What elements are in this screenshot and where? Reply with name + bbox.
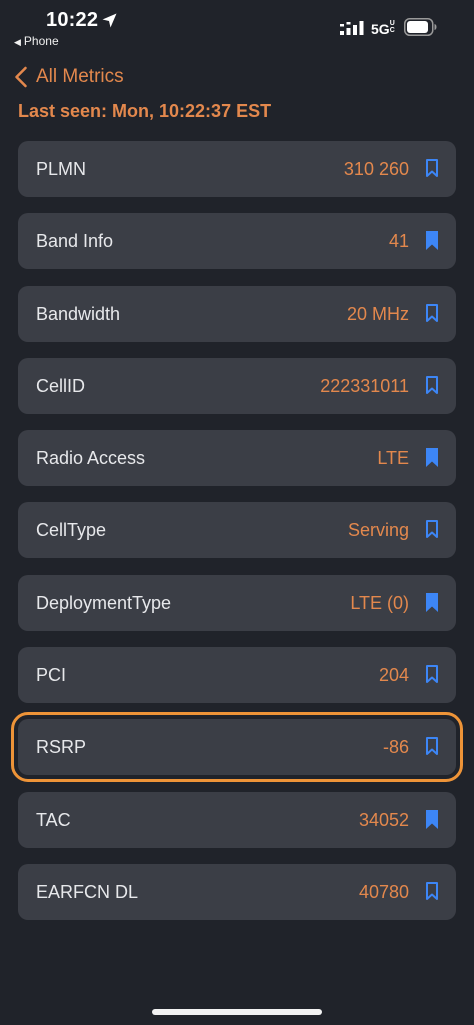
back-triangle-icon: ◀ [14, 37, 21, 47]
metric-value: 222331011 [320, 375, 409, 396]
metric-label: TAC [36, 809, 71, 830]
metric-row-earfcn-dl[interactable]: EARFCN DL 40780 [18, 863, 456, 920]
back-label: All Metrics [36, 66, 124, 87]
metric-row-pci[interactable]: PCI 204 [18, 647, 456, 704]
metric-row-deploymenttype[interactable]: DeploymentType LTE (0) [18, 574, 456, 631]
metric-value: 20 MHz [346, 303, 409, 324]
metric-value: 40780 [358, 881, 409, 902]
bookmark-filled-icon[interactable] [425, 809, 439, 830]
status-bar: 10:22 ◀ Phone 5GUC [0, 0, 474, 56]
metric-row-radio-access[interactable]: Radio Access LTE [18, 430, 456, 487]
back-app-label: Phone [23, 34, 59, 48]
status-time: 10:22 [46, 9, 99, 31]
metric-row-cellid[interactable]: CellID 222331011 [18, 357, 456, 414]
bookmark-outline-icon[interactable] [425, 519, 439, 540]
home-indicator[interactable] [152, 1009, 322, 1015]
metric-value: LTE [377, 448, 409, 469]
last-seen-text: Last seen: Mon, 10:22:37 EST [18, 101, 272, 121]
metric-label: PCI [36, 665, 67, 686]
metric-row-rsrp[interactable]: RSRP -86 [11, 712, 463, 783]
metric-label: PLMN [36, 159, 87, 179]
battery-icon [404, 18, 437, 36]
location-arrow-icon [102, 13, 117, 28]
cellular-signal-icon [340, 21, 364, 35]
metric-row-bandwidth[interactable]: Bandwidth 20 MHz [18, 285, 456, 342]
metric-value: 41 [388, 231, 409, 252]
metric-label: Radio Access [36, 448, 146, 469]
metric-value: 204 [378, 665, 409, 686]
back-to-all-metrics-button[interactable]: All Metrics [14, 61, 124, 93]
bookmark-outline-icon[interactable] [425, 736, 439, 757]
metric-row-plmn[interactable]: PLMN 310 260 [18, 141, 456, 197]
metric-value: 310 260 [343, 159, 409, 179]
metric-value: 34052 [358, 809, 409, 830]
network-type-badge: 5GUC [371, 20, 396, 37]
bookmark-outline-icon[interactable] [425, 158, 439, 179]
metric-label: EARFCN DL [36, 881, 139, 902]
metric-value: LTE (0) [350, 592, 409, 613]
chevron-left-icon [15, 66, 27, 88]
metric-value: -86 [382, 737, 409, 758]
metric-label: CellType [36, 520, 107, 541]
bookmark-outline-icon[interactable] [425, 881, 439, 902]
metric-label: CellID [36, 375, 86, 396]
metric-label: DeploymentType [36, 592, 172, 613]
bookmark-outline-icon[interactable] [425, 664, 439, 685]
bookmark-filled-icon[interactable] [425, 592, 439, 613]
metric-list: PLMN 310 260 Band Info 41 Bandwidth 20 MHz Cel… [11, 141, 463, 936]
bookmark-filled-icon[interactable] [425, 447, 439, 468]
network-suffix-label: UC [389, 20, 395, 34]
metric-label: Band Info [36, 231, 114, 252]
metric-row-celltype[interactable]: CellType Serving [18, 502, 456, 559]
bookmark-filled-icon[interactable] [425, 230, 439, 251]
metric-label: Bandwidth [36, 303, 121, 324]
bookmark-outline-icon[interactable] [425, 375, 439, 396]
metric-row-tac[interactable]: TAC 34052 [18, 791, 456, 848]
metric-value: Serving [347, 520, 409, 541]
bookmark-outline-icon[interactable] [425, 303, 439, 324]
metric-row-band-info[interactable]: Band Info 41 [18, 213, 456, 270]
metric-label: RSRP [36, 737, 87, 758]
back-to-app-link[interactable]: ◀ Phone [14, 34, 59, 48]
network-type-label: 5G [371, 21, 390, 37]
